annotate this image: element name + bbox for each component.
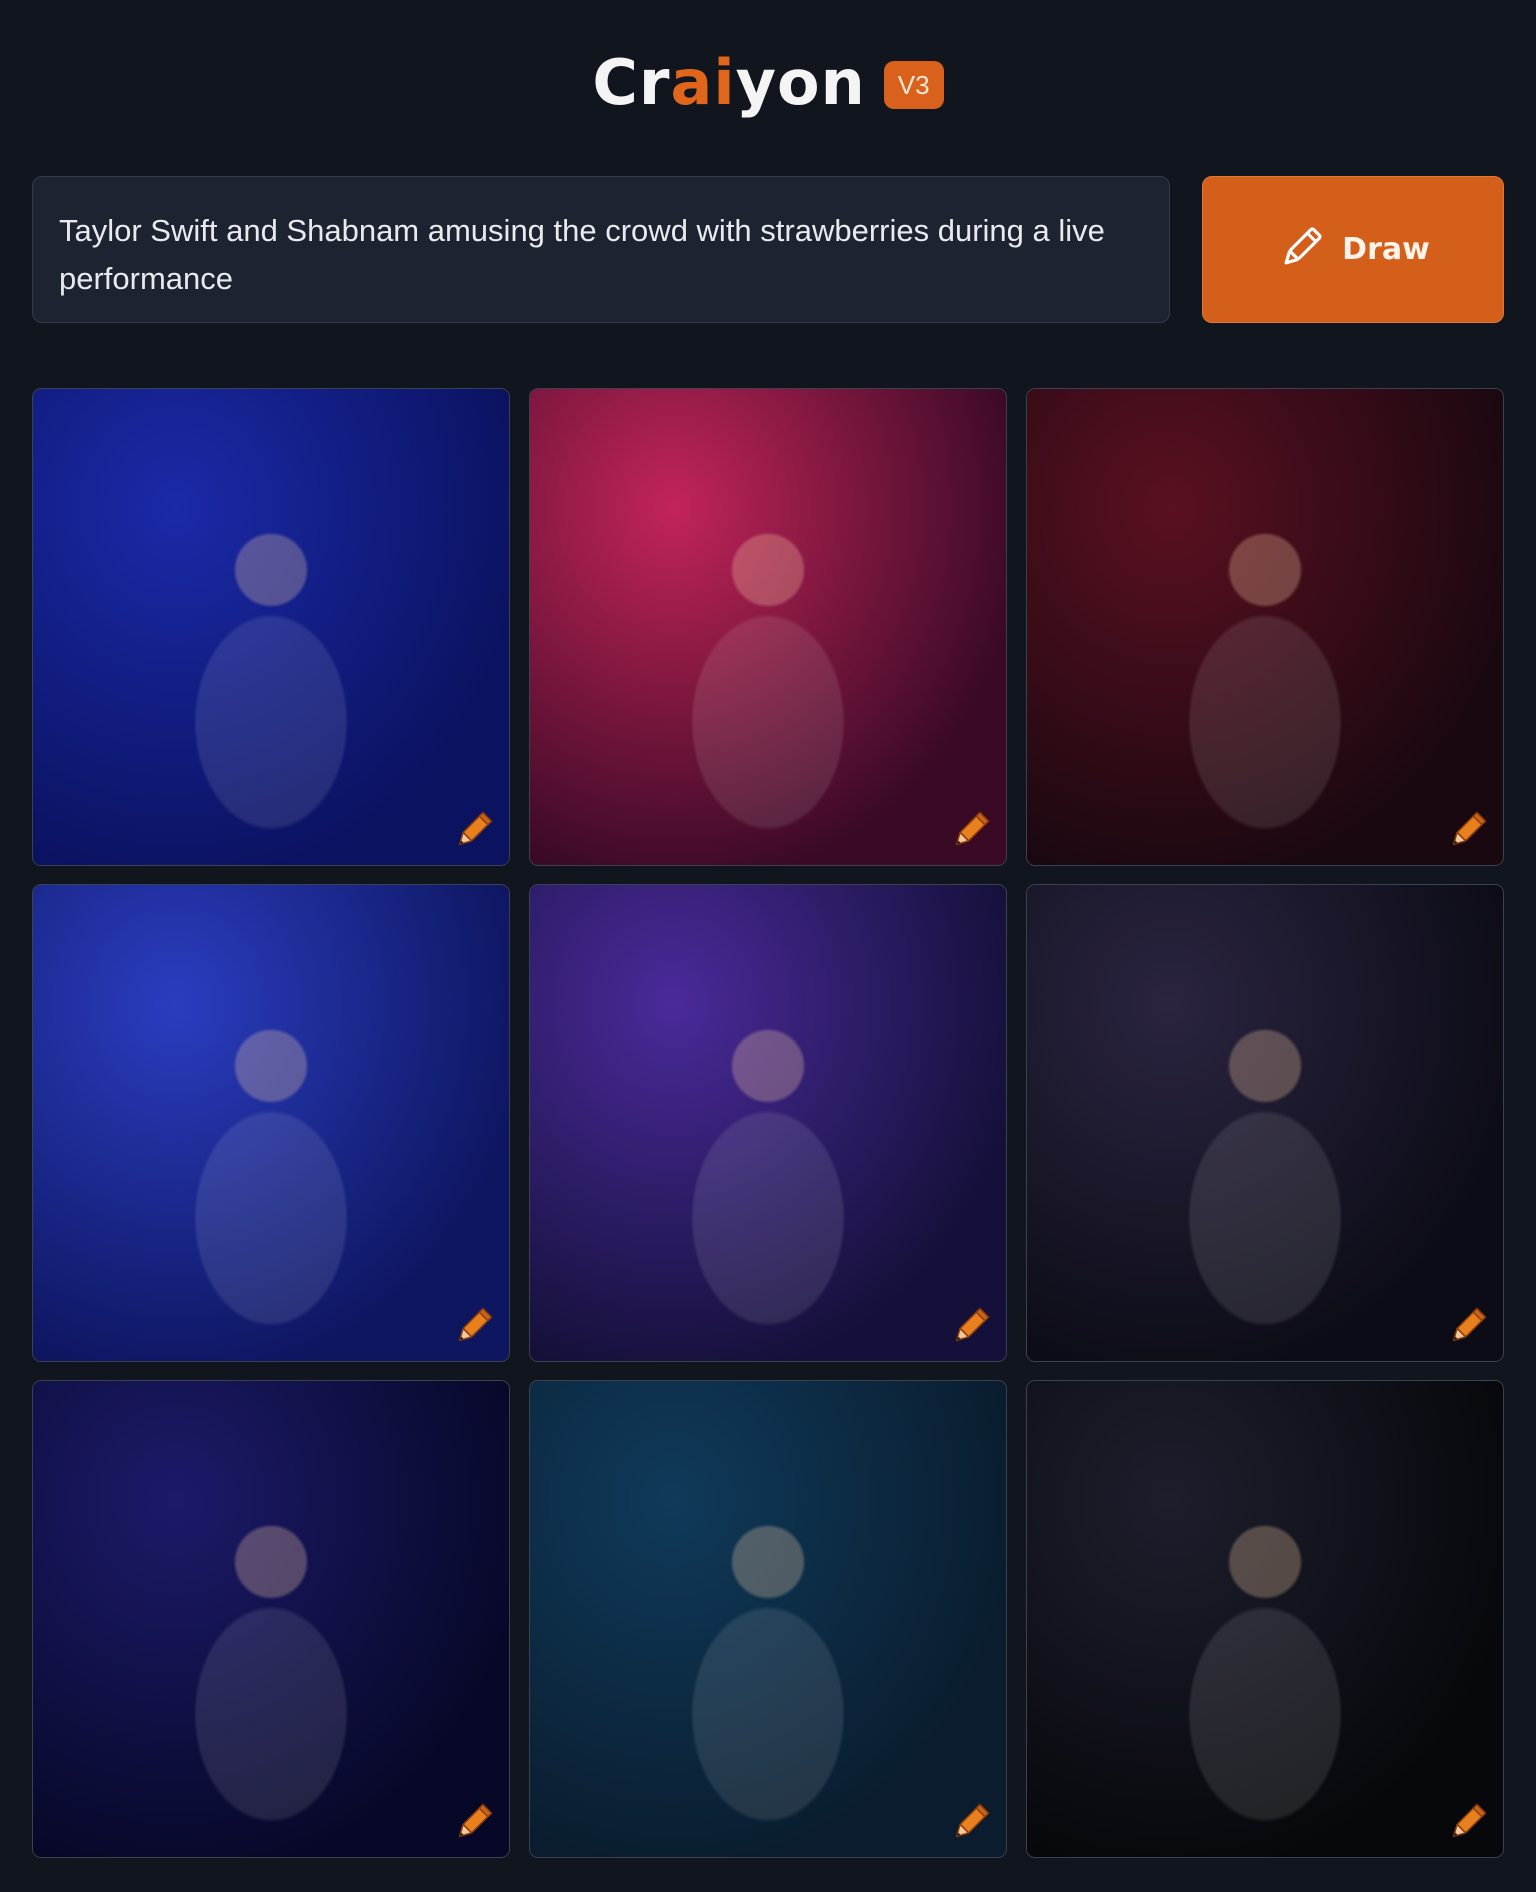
concert-image	[530, 1381, 1006, 1857]
pencil-icon	[1276, 223, 1326, 277]
concert-image	[33, 389, 509, 865]
craiyon-page: Craiyon V3 Taylor Swift and Shabnam amus…	[0, 0, 1536, 1892]
result-image-4[interactable]	[32, 884, 510, 1362]
result-image-2[interactable]	[529, 388, 1007, 866]
concert-image	[33, 885, 509, 1361]
draw-button-label: Draw	[1342, 232, 1430, 267]
edit-pencil-icon[interactable]	[948, 809, 992, 853]
concert-image	[1027, 1381, 1503, 1857]
edit-pencil-icon[interactable]	[1445, 1801, 1489, 1845]
concert-image	[33, 1381, 509, 1857]
draw-button[interactable]: Draw	[1202, 176, 1504, 323]
concert-image	[1027, 389, 1503, 865]
result-image-6[interactable]	[1026, 884, 1504, 1362]
logo-text-end: yon	[735, 46, 866, 119]
result-image-5[interactable]	[529, 884, 1007, 1362]
edit-pencil-icon[interactable]	[1445, 809, 1489, 853]
version-badge: V3	[883, 61, 944, 109]
craiyon-logo[interactable]: Craiyon	[592, 52, 865, 114]
result-image-3[interactable]	[1026, 388, 1504, 866]
concert-image	[1027, 885, 1503, 1361]
edit-pencil-icon[interactable]	[451, 809, 495, 853]
concert-image	[530, 389, 1006, 865]
concert-image	[530, 885, 1006, 1361]
prompt-input[interactable]: Taylor Swift and Shabnam amusing the cro…	[32, 176, 1170, 323]
edit-pencil-icon[interactable]	[948, 1305, 992, 1349]
edit-pencil-icon[interactable]	[948, 1801, 992, 1845]
result-image-7[interactable]	[32, 1380, 510, 1858]
edit-pencil-icon[interactable]	[1445, 1305, 1489, 1349]
logo-text-accent: ai	[670, 46, 736, 119]
edit-pencil-icon[interactable]	[451, 1801, 495, 1845]
result-image-1[interactable]	[32, 388, 510, 866]
results-grid	[32, 388, 1504, 1858]
result-image-8[interactable]	[529, 1380, 1007, 1858]
result-image-9[interactable]	[1026, 1380, 1504, 1858]
app-header: Craiyon V3	[0, 38, 1536, 128]
logo-text-start: Cr	[592, 46, 671, 119]
edit-pencil-icon[interactable]	[451, 1305, 495, 1349]
